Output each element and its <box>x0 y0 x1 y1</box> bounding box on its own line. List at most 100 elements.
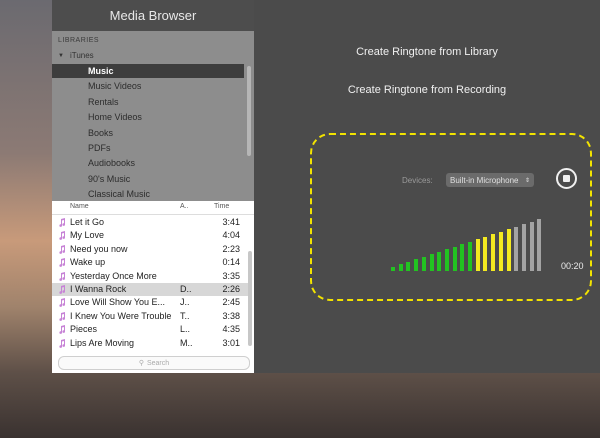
song-name: Pieces <box>70 324 98 335</box>
music-note-icon <box>59 258 66 268</box>
itunes-library-item[interactable]: ▼ iTunes <box>58 51 94 60</box>
search-placeholder: Search <box>146 359 170 367</box>
song-time: 3:35 <box>222 270 240 281</box>
song-artist: L.. <box>180 324 191 335</box>
disclosure-triangle-icon[interactable]: ▼ <box>58 53 64 59</box>
devices-label: Devices: <box>402 176 433 185</box>
level-meter-bar <box>483 236 488 271</box>
sidebar-item[interactable]: Books <box>52 126 244 140</box>
song-name: Yesterday Once More <box>70 270 157 281</box>
sidebar-item[interactable]: Music <box>52 64 244 78</box>
music-note-icon <box>59 285 66 294</box>
song-name: Let it Go <box>70 217 105 227</box>
table-row[interactable]: Love Will Show You E... J.. 2:45 <box>52 296 248 309</box>
song-name: I Wanna Rock <box>70 284 127 294</box>
libraries-header: LIBRARIES <box>58 37 100 44</box>
song-time: 2:45 <box>222 297 240 308</box>
song-list-scrollbar[interactable] <box>248 251 252 346</box>
column-time[interactable]: Time <box>214 203 229 210</box>
table-row[interactable]: Wake up 0:14 <box>52 256 248 269</box>
song-time: 0:14 <box>222 257 240 268</box>
search-icon: ⚲ <box>138 360 144 367</box>
stop-recording-button[interactable] <box>556 168 577 189</box>
table-row[interactable]: Pieces L.. 4:35 <box>52 323 248 336</box>
level-meter-bar <box>391 267 395 271</box>
song-list-header: Name A.. Time <box>52 201 254 215</box>
column-artist[interactable]: A.. <box>180 203 189 210</box>
sidebar-item[interactable]: Music Videos <box>52 79 244 93</box>
recording-area <box>310 133 592 301</box>
sidebar-item[interactable]: Audiobooks <box>52 156 244 170</box>
table-row[interactable]: Need you now 2:23 <box>52 243 248 256</box>
song-artist: D.. <box>180 284 192 294</box>
level-meter-bar <box>521 224 526 271</box>
media-browser-window: Media Browser LIBRARIES ▼ iTunes Music Mu… <box>52 0 254 373</box>
audio-level-meter <box>391 219 546 271</box>
source-list-scrollbar[interactable] <box>247 66 251 156</box>
song-time: 3:38 <box>222 310 240 321</box>
table-row[interactable]: I Wanna Rock D.. 2:26 <box>52 283 248 297</box>
song-time: 3:41 <box>222 217 240 227</box>
device-select[interactable]: Built-in Microphone ⇕ <box>446 173 534 187</box>
song-name: Lips Are Moving <box>70 337 135 348</box>
music-note-icon <box>59 231 66 241</box>
music-note-icon <box>59 244 66 254</box>
music-note-icon <box>59 271 66 281</box>
level-meter-bar <box>475 239 480 271</box>
sidebar-item[interactable]: Classical Music <box>52 187 244 201</box>
column-name[interactable]: Name <box>70 203 89 210</box>
song-artist: T.. <box>180 310 190 321</box>
level-meter-bar <box>460 244 465 271</box>
level-meter-bar <box>498 231 503 271</box>
recording-timer: 00:20 <box>561 261 584 271</box>
table-row[interactable]: I Knew You Were Trouble T.. 3:38 <box>52 310 248 323</box>
song-artist: M.. <box>180 337 193 348</box>
song-list: Name A.. Time Let it Go 3:41 My Love 4:04 Ne… <box>52 201 254 373</box>
song-time: 4:35 <box>222 324 240 335</box>
song-time: 3:01 <box>222 337 240 348</box>
level-meter-bar <box>429 254 434 271</box>
music-note-icon <box>59 218 66 227</box>
sidebar-item[interactable]: Rentals <box>52 95 244 109</box>
song-artist: J.. <box>180 297 190 308</box>
level-meter-bar <box>452 246 457 271</box>
sidebar-item[interactable]: Home Videos <box>52 110 244 124</box>
level-meter-bar <box>406 261 411 271</box>
music-note-icon <box>59 338 66 348</box>
level-meter-bar <box>529 221 534 271</box>
create-from-recording-button[interactable]: Create Ringtone from Recording <box>254 84 600 96</box>
song-name: I Knew You Were Trouble <box>70 310 172 321</box>
music-note-icon <box>59 325 66 335</box>
music-note-icon <box>59 311 66 321</box>
table-row[interactable]: My Love 4:04 <box>52 229 248 242</box>
device-select-value: Built-in Microphone <box>450 175 519 185</box>
media-browser-title: Media Browser <box>52 0 254 31</box>
create-from-library-button[interactable]: Create Ringtone from Library <box>254 46 600 58</box>
level-meter-bar <box>537 219 542 271</box>
level-meter-bar <box>437 251 442 271</box>
song-name: Wake up <box>70 257 106 268</box>
level-meter-bar <box>468 241 472 271</box>
sidebar-item[interactable]: PDFs <box>52 141 244 155</box>
song-name: My Love <box>70 230 105 241</box>
table-row[interactable]: Lips Are Moving M.. 3:01 <box>52 337 248 350</box>
song-time: 4:04 <box>222 230 240 241</box>
song-time: 2:26 <box>222 284 240 294</box>
music-note-icon <box>59 298 66 308</box>
source-list: LIBRARIES ▼ iTunes Music Music Videos Rent… <box>52 31 254 201</box>
search-field[interactable]: ⚲ Search <box>58 356 250 370</box>
stepper-arrows-icon: ⇕ <box>524 177 530 184</box>
level-meter-bar <box>414 259 419 271</box>
level-meter-bar <box>421 256 426 271</box>
song-name: Love Will Show You E... <box>70 297 166 308</box>
song-time: 2:23 <box>222 243 240 254</box>
table-row[interactable]: Let it Go 3:41 <box>52 216 248 229</box>
table-row[interactable]: Yesterday Once More 3:35 <box>52 270 248 283</box>
level-meter-bar <box>398 264 403 271</box>
sidebar-item[interactable]: 90's Music <box>52 172 244 186</box>
level-meter-bar <box>444 249 449 271</box>
stop-icon <box>563 175 570 182</box>
itunes-label: iTunes <box>69 51 94 60</box>
level-meter-bar <box>514 226 519 271</box>
song-name: Need you now <box>70 243 128 254</box>
